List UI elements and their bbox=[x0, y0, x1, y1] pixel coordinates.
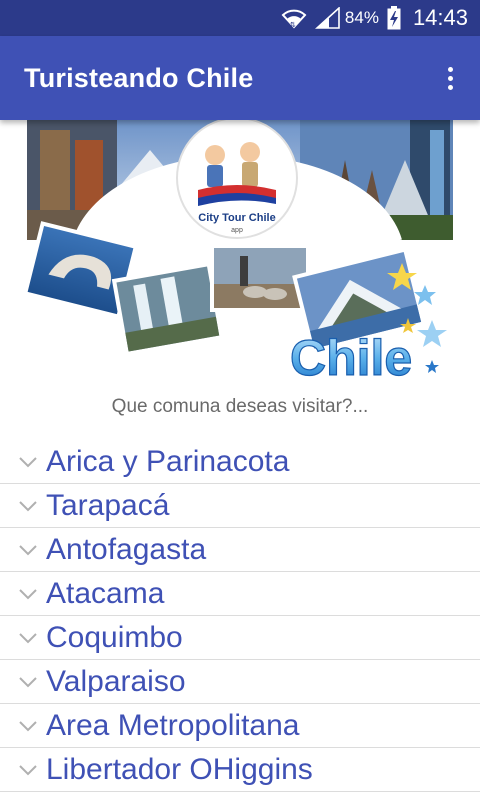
logo-sub: app bbox=[231, 227, 243, 234]
wifi-icon: ⇅ bbox=[281, 7, 307, 29]
region-label: Coquimbo bbox=[46, 620, 183, 654]
region-label: Tarapacá bbox=[46, 488, 170, 522]
chevron-down-icon bbox=[19, 632, 37, 643]
region-item[interactable]: Arica y Parinacota bbox=[0, 440, 480, 484]
chevron-down-icon bbox=[19, 588, 37, 599]
svg-text:⇅: ⇅ bbox=[290, 21, 296, 29]
chevron-down-icon bbox=[19, 456, 37, 467]
region-list: Arica y Parinacota Tarapacá Antofagasta … bbox=[0, 440, 480, 792]
chevron-down-icon bbox=[19, 720, 37, 731]
app-bar: Turisteando Chile bbox=[0, 36, 480, 120]
region-item[interactable]: Libertador OHiggins bbox=[0, 748, 480, 792]
status-bar: ⇅ 84% 14:43 bbox=[0, 0, 480, 36]
more-vert-icon[interactable] bbox=[438, 58, 462, 98]
battery-percent: 84% bbox=[344, 8, 379, 27]
battery-charging-icon bbox=[387, 6, 401, 30]
chevron-down-icon bbox=[19, 764, 37, 775]
chevron-down-icon bbox=[19, 676, 37, 687]
region-item[interactable]: Atacama bbox=[0, 572, 480, 616]
region-label: Valparaiso bbox=[46, 664, 186, 698]
chile-wordmark: Chile bbox=[290, 330, 412, 385]
status-clock: 14:43 bbox=[412, 5, 468, 30]
banner-image: City Tour Chile app Chile bbox=[0, 117, 480, 387]
region-label: Atacama bbox=[46, 576, 165, 610]
chevron-down-icon bbox=[19, 500, 37, 511]
region-label: Libertador OHiggins bbox=[46, 752, 313, 786]
region-label: Arica y Parinacota bbox=[46, 444, 290, 478]
region-label: Antofagasta bbox=[46, 532, 207, 566]
logo-title: City Tour Chile bbox=[198, 212, 275, 224]
chevron-down-icon bbox=[19, 544, 37, 555]
region-item[interactable]: Antofagasta bbox=[0, 528, 480, 572]
region-label: Area Metropolitana bbox=[46, 708, 300, 742]
region-item[interactable]: Tarapacá bbox=[0, 484, 480, 528]
prompt-text: Que comuna deseas visitar?... bbox=[111, 396, 369, 417]
region-item[interactable]: Coquimbo bbox=[0, 616, 480, 660]
signal-icon bbox=[314, 7, 341, 29]
app-title: Turisteando Chile bbox=[24, 62, 254, 93]
region-item[interactable]: Area Metropolitana bbox=[0, 704, 480, 748]
region-item[interactable]: Valparaiso bbox=[0, 660, 480, 704]
